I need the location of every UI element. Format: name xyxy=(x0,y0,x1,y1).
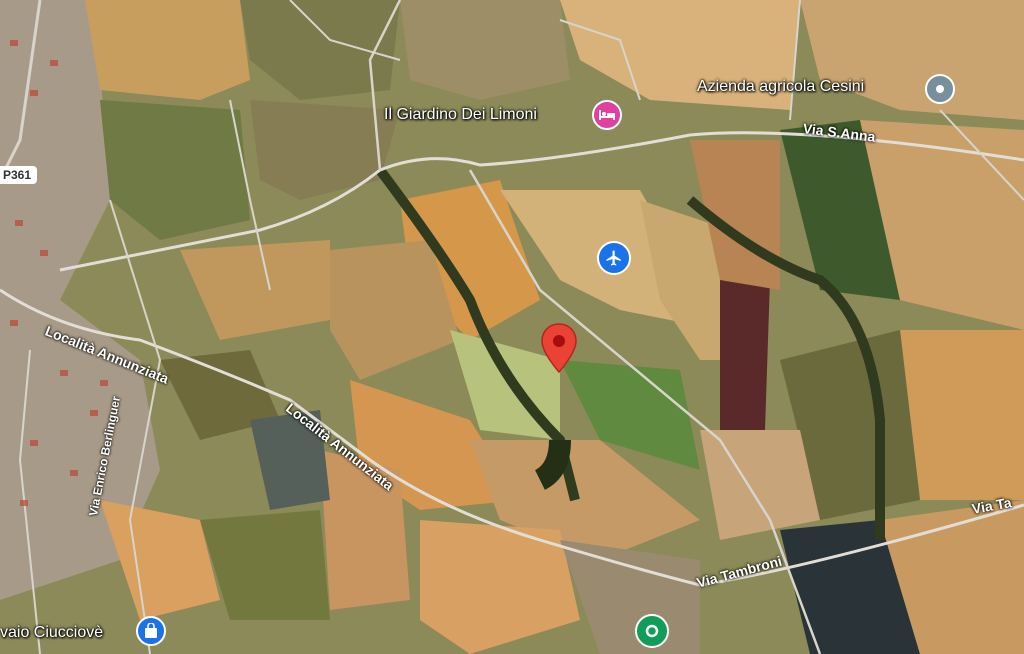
satellite-imagery xyxy=(0,0,1024,654)
park-pin[interactable] xyxy=(635,614,669,648)
park-icon xyxy=(645,624,659,638)
hotel-icon xyxy=(599,110,615,120)
map-view[interactable]: P361 Azienda agricola Cesini Il Giardino… xyxy=(0,0,1024,654)
airplane-icon xyxy=(606,250,621,266)
route-shield: P361 xyxy=(0,166,38,184)
shop-pin[interactable] xyxy=(136,616,166,646)
airport-pin[interactable] xyxy=(597,241,631,275)
place-pin[interactable] xyxy=(925,74,955,104)
place-label-azienda[interactable]: Azienda agricola Cesini xyxy=(697,78,864,96)
place-label-giardino[interactable]: Il Giardino Dei Limoni xyxy=(384,106,537,124)
shopping-bag-icon xyxy=(145,623,157,638)
hotel-pin[interactable] xyxy=(592,100,622,130)
place-icon xyxy=(936,85,944,93)
place-label-vivaio[interactable]: vaio Ciucciovè xyxy=(0,624,103,642)
location-pin-icon[interactable] xyxy=(540,322,578,376)
